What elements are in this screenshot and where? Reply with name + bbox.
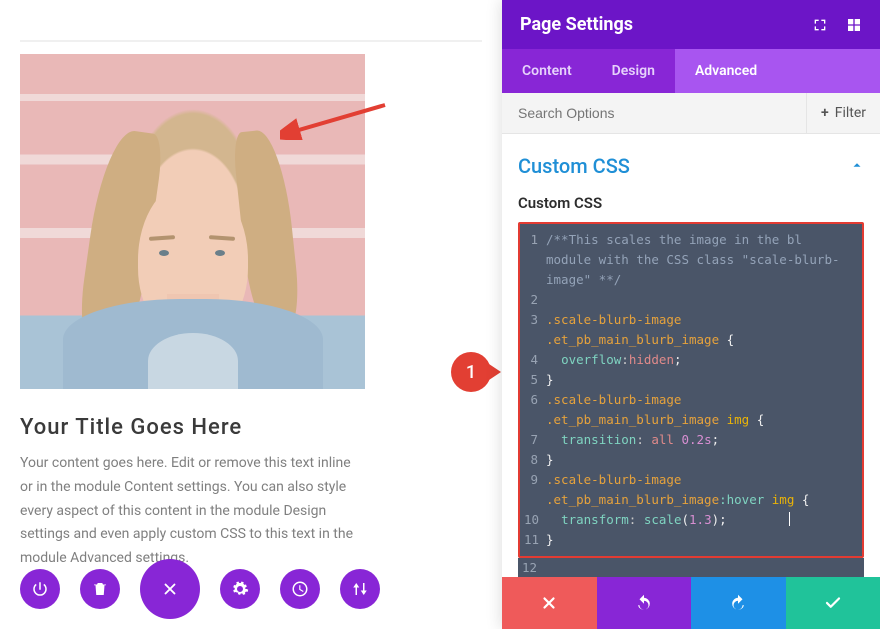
fullscreen-icon[interactable]: [812, 17, 828, 33]
history-button[interactable]: [280, 569, 320, 609]
undo-button[interactable]: [597, 577, 692, 629]
blurb-title[interactable]: Your Title Goes Here: [20, 415, 365, 440]
panel-header: Page Settings: [502, 0, 880, 49]
field-label: Custom CSS: [518, 194, 864, 212]
tab-design[interactable]: Design: [592, 49, 675, 93]
panel-actions: [502, 577, 880, 629]
annotation-callout-1: 1: [451, 352, 491, 392]
builder-action-row: [20, 559, 380, 619]
search-row: + Filter: [502, 93, 880, 134]
filter-label: Filter: [835, 105, 866, 121]
blurb-body[interactable]: Your content goes here. Edit or remove t…: [20, 452, 365, 571]
sort-button[interactable]: [340, 569, 380, 609]
gear-button[interactable]: [220, 569, 260, 609]
tab-advanced[interactable]: Advanced: [675, 49, 880, 93]
css-editor[interactable]: 1/**This scales the image in the bl modu…: [520, 224, 862, 556]
trash-button[interactable]: [80, 569, 120, 609]
plus-icon: +: [821, 105, 829, 121]
expand-icon[interactable]: [846, 17, 862, 33]
filter-button[interactable]: + Filter: [806, 93, 880, 133]
css-editor-highlight: 1/**This scales the image in the bl modu…: [518, 222, 864, 558]
panel-title: Page Settings: [520, 14, 633, 35]
section-title[interactable]: Custom CSS: [518, 154, 630, 178]
redo-button[interactable]: [691, 577, 786, 629]
css-editor-tail[interactable]: 12 13: [518, 558, 864, 577]
blurb-image: [20, 54, 365, 389]
discard-button[interactable]: [502, 577, 597, 629]
chevron-up-icon[interactable]: [850, 157, 864, 176]
settings-panel: Page Settings Content Design Advanced + …: [502, 0, 880, 629]
close-button[interactable]: [140, 559, 200, 619]
callout-number: 1: [466, 362, 476, 383]
panel-tabs: Content Design Advanced: [502, 49, 880, 93]
save-button[interactable]: [786, 577, 880, 629]
power-button[interactable]: [20, 569, 60, 609]
search-input[interactable]: [502, 93, 806, 133]
tab-content[interactable]: Content: [502, 49, 592, 93]
